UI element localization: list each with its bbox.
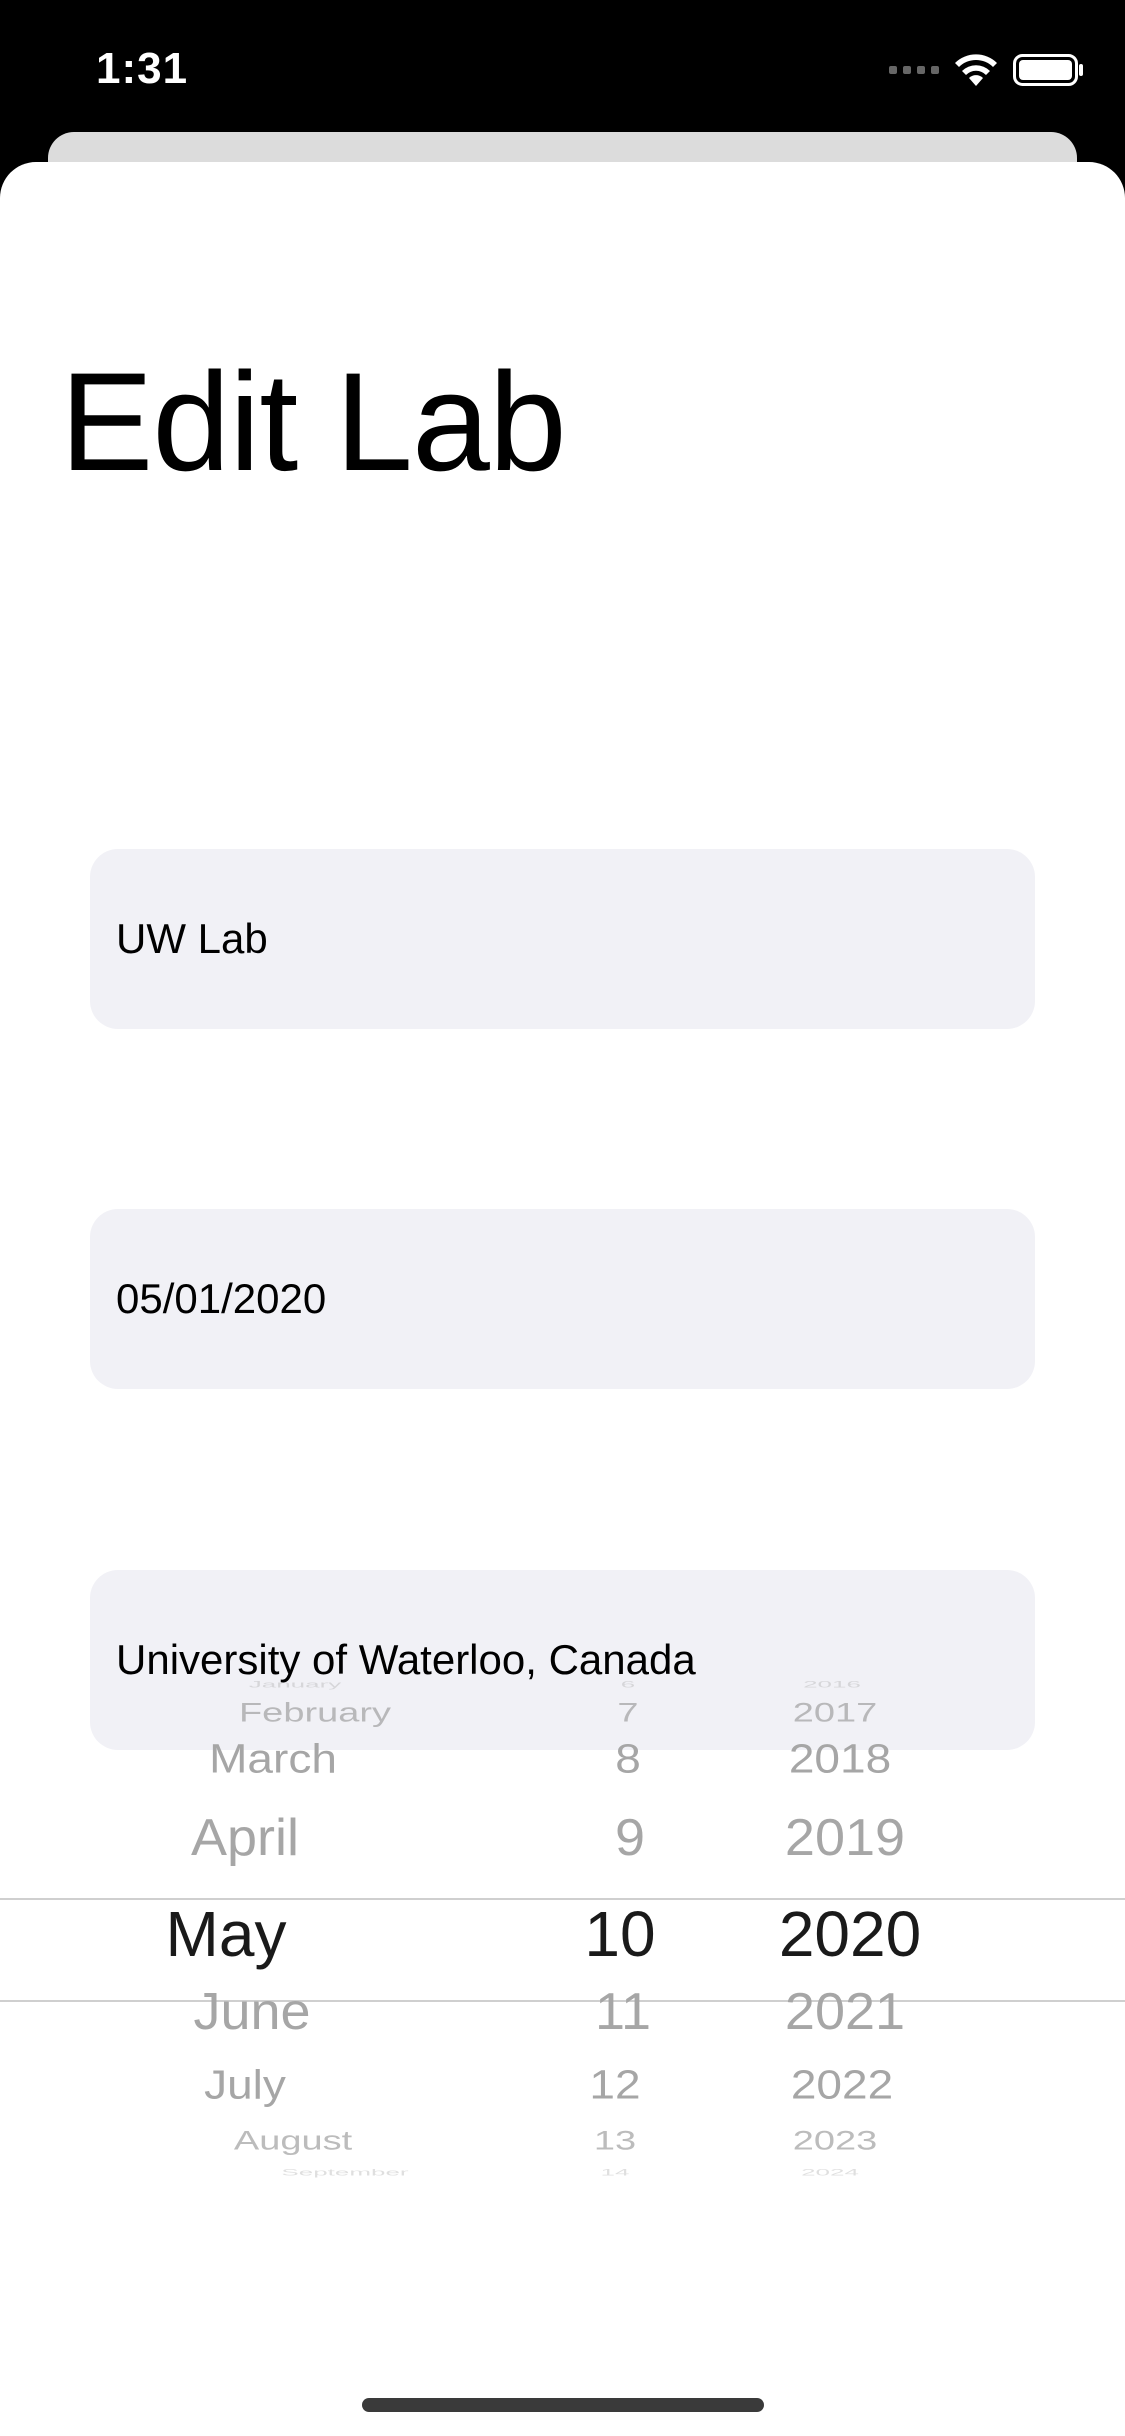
picker-day-item[interactable]: 14 [601,2168,630,2177]
lab-date-field[interactable] [90,1209,1035,1389]
picker-year-item[interactable]: 2021 [785,1986,905,2038]
picker-day-item[interactable]: 10 [584,1902,655,1966]
status-time: 1:31 [96,44,189,93]
picker-day-item[interactable]: 13 [594,2128,636,2155]
picker-day-item[interactable]: 12 [589,2064,640,2104]
picker-month-item[interactable]: April [191,1812,299,1864]
picker-year-item[interactable]: 2024 [801,2168,859,2177]
status-bar: 1:31 [0,0,1125,135]
date-picker[interactable]: January February March April May June July Augu… [0,1680,1125,2380]
picker-year-item[interactable]: 2020 [779,1902,921,1966]
picker-month-item[interactable]: May [166,1902,287,1966]
picker-year-item[interactable]: 2019 [785,1812,905,1864]
picker-year-item[interactable]: 2017 [793,1700,878,1727]
cellular-signal-icon [889,66,939,74]
picker-month-item[interactable]: February [239,1700,391,1727]
picker-month-item[interactable]: July [204,2064,286,2104]
picker-month-item[interactable]: June [193,1986,310,2038]
picker-day-item[interactable]: 9 [615,1812,645,1864]
picker-month-item[interactable]: January [249,1680,342,1689]
picker-year-item[interactable]: 2023 [793,2128,878,2155]
picker-year-item[interactable]: 2016 [803,1680,861,1689]
status-icons [889,50,1085,90]
picker-day-item[interactable]: 11 [595,1986,651,2038]
picker-day-item[interactable]: 6 [621,1680,635,1689]
page-title: Edit Lab [60,343,567,500]
picker-month-item[interactable]: March [209,1738,337,1778]
picker-year-item[interactable]: 2018 [789,1738,891,1778]
picker-day-item[interactable]: 7 [617,1700,638,1727]
lab-name-field[interactable] [90,849,1035,1029]
picker-day-item[interactable]: 8 [615,1738,641,1778]
wifi-icon [955,54,997,86]
picker-year-item[interactable]: 2022 [791,2064,893,2104]
picker-month-item[interactable]: August [234,2128,352,2155]
battery-icon [1013,54,1083,86]
picker-month-item[interactable]: September [281,2168,408,2177]
home-indicator [362,2398,764,2412]
